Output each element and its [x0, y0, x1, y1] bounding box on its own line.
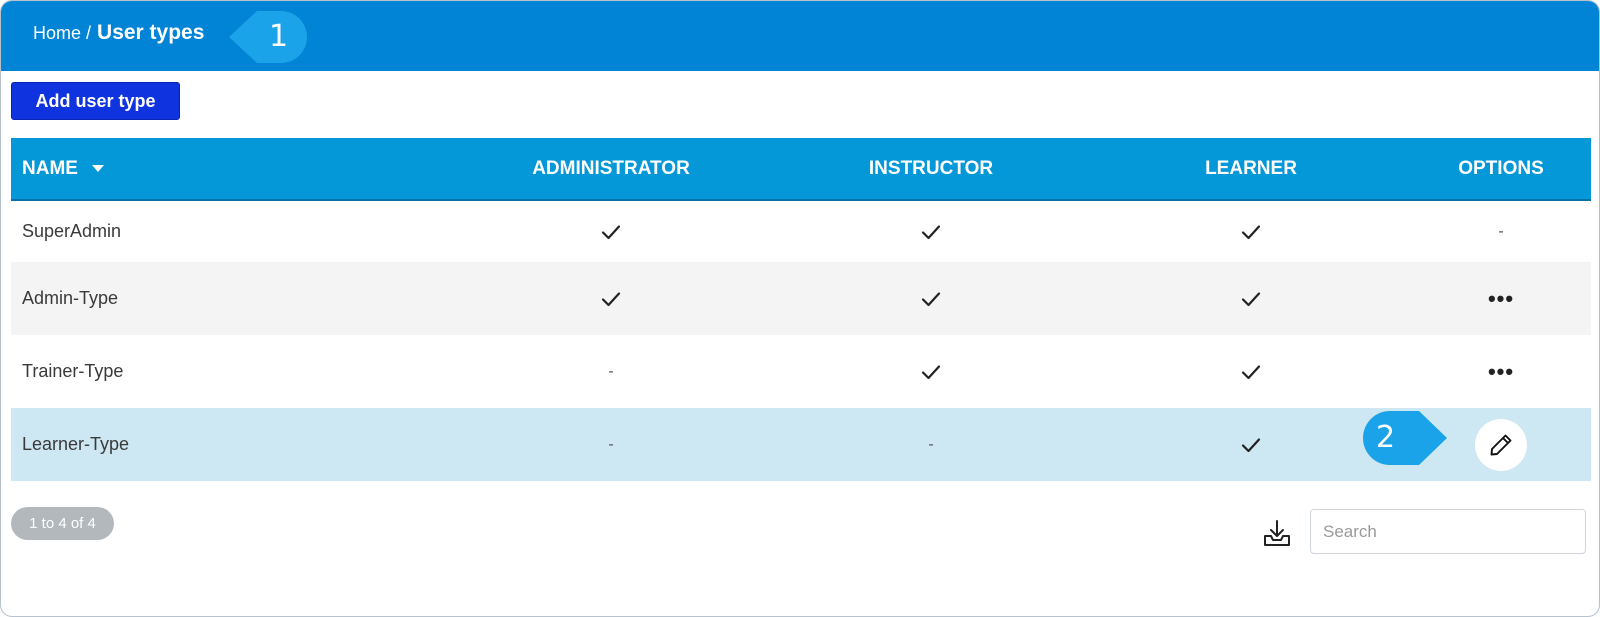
cell-learner	[1091, 201, 1411, 262]
cell-instructor: -	[771, 408, 1091, 481]
column-header-instructor: INSTRUCTOR	[868, 157, 994, 179]
search-input[interactable]	[1310, 509, 1586, 554]
user-types-table: NAME ADMINISTRATOR INSTRUCTOR LEARNER OP…	[11, 138, 1591, 481]
pagination-info: 1 to 4 of 4	[11, 507, 114, 540]
cell-instructor	[771, 335, 1091, 408]
check-icon	[601, 224, 621, 239]
empty-dash: -	[928, 435, 934, 453]
add-user-type-button[interactable]: Add user type	[11, 82, 180, 120]
callout-marker-1: 1	[229, 11, 307, 63]
table-row[interactable]: SuperAdmin -	[11, 201, 1591, 262]
more-icon[interactable]: •••	[1488, 360, 1514, 383]
cell-name: Admin-Type	[22, 288, 119, 308]
check-icon	[1241, 224, 1261, 239]
table-header: NAME ADMINISTRATOR INSTRUCTOR LEARNER OP…	[11, 138, 1591, 201]
check-icon	[921, 291, 941, 306]
cell-administrator: -	[451, 335, 771, 408]
check-icon	[921, 224, 941, 239]
check-icon	[1241, 437, 1261, 452]
callout-1-shape	[229, 11, 307, 63]
cell-name: Trainer-Type	[22, 361, 124, 381]
check-icon	[1241, 364, 1261, 379]
empty-dash: -	[608, 435, 614, 453]
callout-2-number: 2	[1376, 420, 1396, 455]
cell-instructor	[771, 201, 1091, 262]
cell-options: •••	[1411, 335, 1591, 408]
callout-marker-2: 2	[1363, 411, 1451, 465]
column-header-name-label: NAME	[22, 157, 78, 179]
empty-dash: -	[1498, 222, 1504, 240]
breadcrumb: Home / User types	[33, 21, 204, 45]
check-icon	[1241, 291, 1261, 306]
cell-learner	[1091, 262, 1411, 335]
column-header-name[interactable]: NAME	[22, 138, 104, 199]
edit-button[interactable]	[1475, 418, 1527, 471]
callout-1-number: 1	[269, 19, 289, 54]
cell-name: Learner-Type	[22, 434, 130, 454]
pencil-icon	[1490, 434, 1512, 455]
column-header-options: OPTIONS	[1458, 157, 1544, 179]
cell-learner	[1091, 335, 1411, 408]
more-icon[interactable]: •••	[1488, 287, 1514, 310]
breadcrumb-home-link[interactable]: Home	[33, 23, 81, 44]
empty-dash: -	[608, 362, 614, 380]
cell-administrator	[451, 262, 771, 335]
table-row[interactable]: Trainer-Type - •••	[11, 335, 1591, 408]
cell-options: -	[1411, 201, 1591, 262]
table-row[interactable]: Learner-Type - -	[11, 408, 1591, 481]
column-header-learner: LEARNER	[1205, 157, 1297, 179]
cell-administrator: -	[451, 408, 771, 481]
cell-administrator	[451, 201, 771, 262]
cell-options: •••	[1411, 262, 1591, 335]
check-icon	[921, 364, 941, 379]
column-header-administrator: ADMINISTRATOR	[532, 157, 690, 179]
top-bar: Home / User types 1	[1, 1, 1599, 71]
download-icon[interactable]	[1262, 519, 1292, 549]
page-title: User types	[97, 21, 205, 44]
breadcrumb-separator: /	[86, 23, 92, 43]
caret-down-icon	[91, 165, 104, 172]
check-icon	[601, 291, 621, 306]
table-body: SuperAdmin - Admin-Type ••• Trainer-Type - •••…	[11, 201, 1591, 481]
table-row[interactable]: Admin-Type •••	[11, 262, 1591, 335]
cell-instructor	[771, 262, 1091, 335]
cell-name: SuperAdmin	[22, 221, 122, 241]
user-types-page: Home / User types 1 Add user type NAME A…	[0, 0, 1600, 617]
